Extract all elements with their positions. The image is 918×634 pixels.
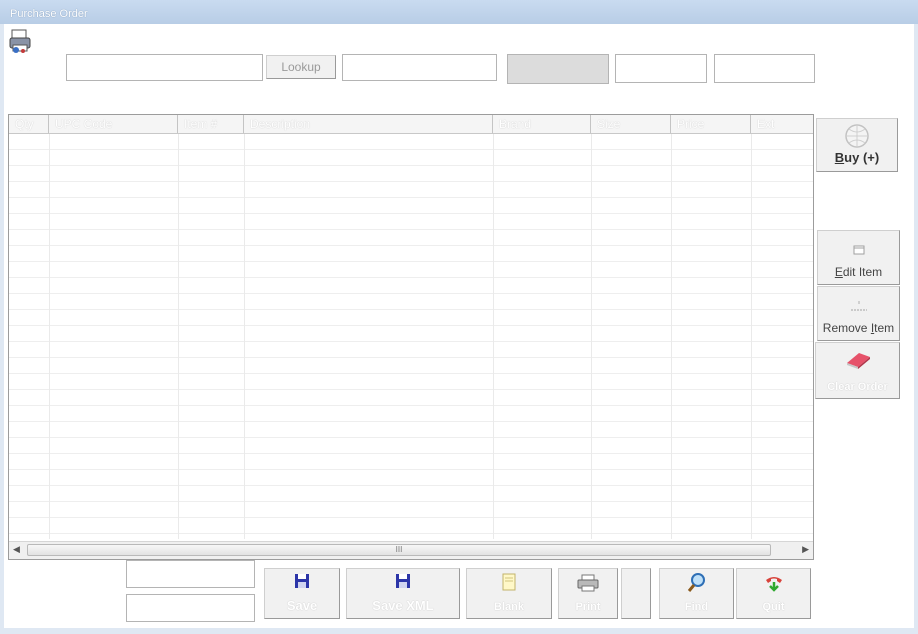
- column-divider: [493, 134, 494, 539]
- horizontal-scrollbar[interactable]: ◀ III ▶: [9, 541, 813, 559]
- save-xml-label: Save XML: [372, 598, 434, 613]
- column-divider: [751, 134, 752, 539]
- window-title: Purchase Order: [10, 8, 88, 20]
- scroll-thumb[interactable]: III: [27, 544, 771, 556]
- column-divider: [671, 134, 672, 539]
- description-input[interactable]: [342, 54, 497, 81]
- spacer-button: [621, 568, 651, 619]
- column-header-qty[interactable]: Qty: [9, 115, 49, 133]
- grid-header: Qty UPC Code Item # Description Brand Si…: [9, 115, 813, 134]
- column-header-item-number[interactable]: Item #: [178, 115, 244, 133]
- edit-label: dit Item: [842, 265, 883, 279]
- column-divider: [244, 134, 245, 539]
- quit-label: Quit: [762, 601, 785, 613]
- find-label: Find: [684, 601, 709, 613]
- blank-label: Blank: [494, 601, 524, 613]
- column-header-ext[interactable]: Ext: [751, 115, 813, 133]
- title-bar: Purchase Order: [0, 0, 918, 24]
- window-client: Lookup Qty UPC Code Item # Description B…: [4, 24, 914, 628]
- save-xml-button[interactable]: Save XML: [346, 568, 460, 619]
- column-header-size[interactable]: Size: [591, 115, 671, 133]
- clear-order-button[interactable]: Clear Order: [815, 342, 900, 399]
- remove-label-pre: Remove: [822, 321, 871, 335]
- blank-button[interactable]: Blank: [466, 568, 552, 619]
- eraser-icon: [846, 353, 870, 369]
- grid-rows[interactable]: [9, 134, 813, 539]
- column-divider: [178, 134, 179, 539]
- buy-button[interactable]: Buy (+): [816, 118, 898, 172]
- quit-button[interactable]: Quit: [736, 568, 811, 619]
- remove-label-rest: tem: [874, 321, 895, 335]
- edit-icon: [853, 245, 864, 255]
- scroll-grip: III: [395, 545, 403, 554]
- total-field[interactable]: [126, 560, 255, 588]
- floppy-disk-icon: [396, 574, 410, 588]
- column-header-description[interactable]: Description: [244, 115, 493, 133]
- lookup-button[interactable]: Lookup: [266, 55, 336, 79]
- price-input[interactable]: [714, 54, 815, 83]
- edit-item-button[interactable]: Edit Item: [817, 230, 900, 285]
- quantity-input[interactable]: [615, 54, 707, 83]
- scroll-right-icon[interactable]: ▶: [802, 544, 809, 555]
- buy-label: uy (+): [844, 150, 880, 165]
- remove-icon: [850, 301, 867, 311]
- column-header-price[interactable]: Price: [671, 115, 751, 133]
- status-field: [507, 54, 609, 84]
- save-label: Save: [286, 598, 318, 613]
- clear-order-label: Clear Order: [827, 381, 888, 393]
- blank-page-icon: [502, 573, 516, 591]
- find-button[interactable]: Find: [659, 568, 734, 619]
- lookup-label: Lookup: [281, 60, 321, 74]
- edit-hotkey: E: [834, 265, 843, 279]
- search-input[interactable]: [66, 54, 263, 81]
- quit-phone-icon: [765, 577, 782, 592]
- globe-icon: [845, 124, 869, 148]
- scroll-left-icon[interactable]: ◀: [13, 544, 20, 555]
- column-header-brand[interactable]: Brand: [493, 115, 591, 133]
- floppy-disk-icon: [295, 574, 309, 588]
- save-button[interactable]: Save: [264, 568, 340, 619]
- buy-hotkey: B: [834, 150, 845, 165]
- column-header-upc[interactable]: UPC Code: [49, 115, 178, 133]
- subtotal-field[interactable]: [126, 594, 255, 622]
- print-label: Print: [575, 601, 601, 613]
- column-divider: [591, 134, 592, 539]
- magnifier-icon: [687, 573, 705, 592]
- remove-item-button[interactable]: Remove Item: [817, 286, 900, 341]
- print-button[interactable]: Print: [558, 568, 618, 619]
- app-printer-icon: [9, 29, 31, 53]
- order-grid[interactable]: Qty UPC Code Item # Description Brand Si…: [8, 114, 814, 560]
- printer-icon: [577, 574, 599, 592]
- column-divider: [49, 134, 50, 539]
